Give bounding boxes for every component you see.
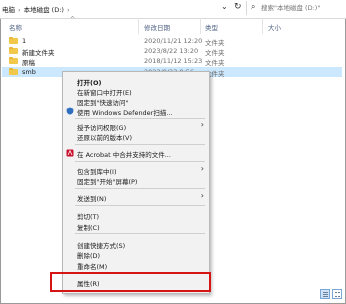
details-view-icon[interactable]	[320, 289, 330, 299]
breadcrumb-separator: ›	[66, 6, 70, 14]
column-header: 名称 ^ 修改日期 类型 大小	[0, 16, 346, 34]
search-input[interactable]	[261, 3, 339, 13]
folder-icon	[9, 46, 18, 54]
folder-icon	[9, 56, 18, 64]
column-divider[interactable]	[200, 18, 201, 34]
menu-item-delete[interactable]: 删除(D)	[63, 249, 209, 260]
file-row[interactable]: 1 2020/11/21 12:20 文件夹	[2, 36, 342, 47]
file-name: 原稿	[22, 59, 35, 67]
column-date[interactable]: 修改日期	[144, 22, 170, 32]
chevron-right-icon: ›	[200, 164, 204, 173]
refresh-icon[interactable]: ↻	[234, 2, 242, 12]
menu-separator	[75, 144, 205, 145]
menu-separator	[75, 205, 205, 206]
file-row[interactable]: 新建文件夹 2023/8/22 13:20 文件夹	[2, 46, 342, 57]
file-date: 2020/11/21 12:20	[144, 37, 203, 45]
search-icon: ⌕	[251, 2, 256, 11]
menu-item-open-new-window[interactable]: 在新窗口中打开(E)	[63, 86, 209, 97]
file-name: 1	[22, 37, 27, 45]
menu-item-defender-scan[interactable]: 使用 Windows Defender扫描...	[63, 106, 209, 117]
large-icons-view-icon[interactable]	[332, 289, 342, 299]
address-bar[interactable]: 电脑 › 本地磁盘 (D:) › ⌄ ↻ ⌕	[0, 0, 346, 19]
menu-separator	[75, 233, 205, 234]
file-row[interactable]: 原稿 2018/11/12 15:23 文件夹	[2, 56, 342, 67]
file-date: 2018/11/12 15:23	[144, 57, 203, 65]
search-box[interactable]: ⌕	[246, 1, 343, 15]
file-date: 2023/8/22 13:20	[144, 47, 199, 55]
menu-item-open[interactable]: 打开(O)	[63, 76, 209, 87]
chevron-right-icon: ›	[200, 191, 204, 200]
menu-item-restore-versions[interactable]: 还原以前的版本(V)	[63, 131, 209, 142]
column-type[interactable]: 类型	[205, 22, 218, 32]
column-divider[interactable]	[262, 18, 263, 34]
menu-item-send-to[interactable]: 发送到(N) ›	[63, 191, 209, 203]
folder-icon	[9, 67, 18, 75]
breadcrumb[interactable]: 电脑 › 本地磁盘 (D:) ›	[2, 4, 73, 14]
menu-item-pin-quick-access[interactable]: 固定到"快速访问"	[63, 96, 209, 107]
breadcrumb-pc[interactable]: 电脑	[2, 6, 15, 14]
menu-item-create-shortcut[interactable]: 创建快捷方式(S)	[63, 239, 209, 250]
column-name[interactable]: 名称	[9, 22, 22, 32]
menu-item-copy[interactable]: 复制(C)	[63, 221, 209, 232]
context-menu: 打开(O) 在新窗口中打开(E) 固定到"快速访问" 使用 Windows De…	[62, 71, 210, 294]
chevron-right-icon: ›	[200, 120, 204, 129]
chevron-down-icon[interactable]: ⌄	[221, 2, 228, 11]
sort-ascending-icon: ^	[70, 16, 76, 23]
menu-item-acrobat-combine[interactable]: 在 Acrobat 中合并支持的文件...	[63, 148, 209, 159]
highlight-box	[50, 272, 211, 292]
column-divider[interactable]	[138, 18, 139, 34]
breadcrumb-drive[interactable]: 本地磁盘 (D:)	[24, 6, 64, 14]
column-size[interactable]: 大小	[268, 22, 281, 32]
menu-item-grant-access[interactable]: 授予访问权限(G) ›	[63, 120, 209, 132]
menu-separator	[75, 188, 205, 189]
acrobat-icon	[66, 149, 74, 157]
menu-item-cut[interactable]: 剪切(T)	[63, 210, 209, 221]
menu-item-rename[interactable]: 重命名(M)	[63, 260, 209, 271]
menu-separator	[75, 161, 205, 162]
file-name: smb	[22, 68, 36, 76]
menu-item-include-library[interactable]: 包含到库中(I) ›	[63, 164, 209, 176]
menu-item-pin-start[interactable]: 固定到"开始"屏幕(P)	[63, 175, 209, 186]
file-type: 文件夹	[205, 59, 225, 67]
folder-icon	[9, 36, 18, 44]
menu-separator	[75, 118, 205, 119]
shield-icon	[66, 107, 74, 115]
breadcrumb-separator: ›	[18, 6, 21, 14]
